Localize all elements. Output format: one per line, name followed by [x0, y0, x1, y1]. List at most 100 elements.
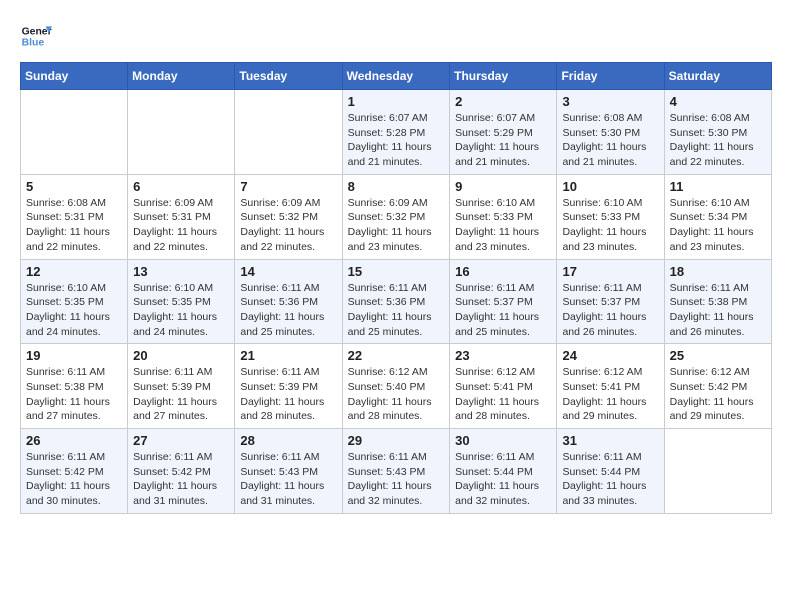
calendar-week-row: 26 Sunrise: 6:11 AM Sunset: 5:42 PM Dayli…	[21, 429, 772, 514]
calendar-cell: 12Sunrise: 6:10 AM Sunset: 5:35 PM Dayli…	[21, 259, 128, 344]
day-number: 9	[455, 179, 551, 194]
logo: General Blue	[20, 20, 56, 52]
calendar-cell: 26 Sunrise: 6:11 AM Sunset: 5:42 PM Dayli…	[21, 429, 128, 514]
weekday-header: Sunday	[21, 63, 128, 90]
calendar-cell: 5Sunrise: 6:08 AM Sunset: 5:31 PM Daylig…	[21, 174, 128, 259]
day-info: Sunrise: 6:12 AM Sunset: 5:41 PM Dayligh…	[455, 365, 551, 424]
day-info: Sunrise: 6:11 AM Sunset: 5:42 PM Dayligh…	[26, 450, 122, 509]
day-info: Sunrise: 6:10 AM Sunset: 5:35 PM Dayligh…	[26, 281, 122, 340]
calendar-cell: 22 Sunrise: 6:12 AM Sunset: 5:40 PM Dayli…	[342, 344, 450, 429]
day-info: Sunrise: 6:08 AM Sunset: 5:31 PM Dayligh…	[26, 196, 122, 255]
calendar-cell: 8 Sunrise: 6:09 AM Sunset: 5:32 PM Daylig…	[342, 174, 450, 259]
day-info: Sunrise: 6:11 AM Sunset: 5:39 PM Dayligh…	[240, 365, 336, 424]
header-row: SundayMondayTuesdayWednesdayThursdayFrid…	[21, 63, 772, 90]
weekday-header: Friday	[557, 63, 664, 90]
calendar-cell: 3 Sunrise: 6:08 AM Sunset: 5:30 PM Daylig…	[557, 90, 664, 175]
day-number: 16	[455, 264, 551, 279]
day-number: 15	[348, 264, 445, 279]
day-info: Sunrise: 6:09 AM Sunset: 5:32 PM Dayligh…	[348, 196, 445, 255]
calendar-cell: 21 Sunrise: 6:11 AM Sunset: 5:39 PM Dayli…	[235, 344, 342, 429]
day-info: Sunrise: 6:11 AM Sunset: 5:44 PM Dayligh…	[455, 450, 551, 509]
day-number: 21	[240, 348, 336, 363]
day-info: Sunrise: 6:11 AM Sunset: 5:37 PM Dayligh…	[455, 281, 551, 340]
day-number: 1	[348, 94, 445, 109]
day-info: Sunrise: 6:10 AM Sunset: 5:33 PM Dayligh…	[562, 196, 658, 255]
calendar-cell: 9Sunrise: 6:10 AM Sunset: 5:33 PM Daylig…	[450, 174, 557, 259]
day-info: Sunrise: 6:07 AM Sunset: 5:29 PM Dayligh…	[455, 111, 551, 170]
calendar-cell: 17 Sunrise: 6:11 AM Sunset: 5:37 PM Dayli…	[557, 259, 664, 344]
day-number: 4	[670, 94, 766, 109]
day-number: 30	[455, 433, 551, 448]
calendar-cell: 14 Sunrise: 6:11 AM Sunset: 5:36 PM Dayli…	[235, 259, 342, 344]
weekday-header: Tuesday	[235, 63, 342, 90]
day-number: 6	[133, 179, 229, 194]
day-info: Sunrise: 6:08 AM Sunset: 5:30 PM Dayligh…	[562, 111, 658, 170]
day-info: Sunrise: 6:11 AM Sunset: 5:36 PM Dayligh…	[348, 281, 445, 340]
day-info: Sunrise: 6:09 AM Sunset: 5:31 PM Dayligh…	[133, 196, 229, 255]
day-number: 22	[348, 348, 445, 363]
calendar-cell: 2 Sunrise: 6:07 AM Sunset: 5:29 PM Daylig…	[450, 90, 557, 175]
day-number: 26	[26, 433, 122, 448]
calendar-cell: 11 Sunrise: 6:10 AM Sunset: 5:34 PM Dayli…	[664, 174, 771, 259]
day-number: 24	[562, 348, 658, 363]
day-number: 27	[133, 433, 229, 448]
day-number: 17	[562, 264, 658, 279]
day-number: 14	[240, 264, 336, 279]
day-info: Sunrise: 6:08 AM Sunset: 5:30 PM Dayligh…	[670, 111, 766, 170]
calendar-cell	[128, 90, 235, 175]
day-info: Sunrise: 6:10 AM Sunset: 5:34 PM Dayligh…	[670, 196, 766, 255]
day-info: Sunrise: 6:10 AM Sunset: 5:35 PM Dayligh…	[133, 281, 229, 340]
weekday-header: Thursday	[450, 63, 557, 90]
day-number: 25	[670, 348, 766, 363]
day-number: 3	[562, 94, 658, 109]
day-info: Sunrise: 6:11 AM Sunset: 5:39 PM Dayligh…	[133, 365, 229, 424]
day-info: Sunrise: 6:09 AM Sunset: 5:32 PM Dayligh…	[240, 196, 336, 255]
calendar-cell: 10 Sunrise: 6:10 AM Sunset: 5:33 PM Dayli…	[557, 174, 664, 259]
page-header: General Blue	[20, 20, 772, 52]
day-number: 31	[562, 433, 658, 448]
day-info: Sunrise: 6:11 AM Sunset: 5:38 PM Dayligh…	[670, 281, 766, 340]
calendar-cell: 4 Sunrise: 6:08 AM Sunset: 5:30 PM Daylig…	[664, 90, 771, 175]
calendar-cell: 20 Sunrise: 6:11 AM Sunset: 5:39 PM Dayli…	[128, 344, 235, 429]
day-info: Sunrise: 6:11 AM Sunset: 5:36 PM Dayligh…	[240, 281, 336, 340]
day-info: Sunrise: 6:07 AM Sunset: 5:28 PM Dayligh…	[348, 111, 445, 170]
day-number: 8	[348, 179, 445, 194]
calendar-cell: 24Sunrise: 6:12 AM Sunset: 5:41 PM Dayli…	[557, 344, 664, 429]
calendar-cell: 31 Sunrise: 6:11 AM Sunset: 5:44 PM Dayli…	[557, 429, 664, 514]
day-number: 10	[562, 179, 658, 194]
calendar-cell: 25Sunrise: 6:12 AM Sunset: 5:42 PM Dayli…	[664, 344, 771, 429]
calendar-table: SundayMondayTuesdayWednesdayThursdayFrid…	[20, 62, 772, 514]
day-number: 7	[240, 179, 336, 194]
calendar-header: SundayMondayTuesdayWednesdayThursdayFrid…	[21, 63, 772, 90]
svg-text:Blue: Blue	[22, 38, 45, 49]
calendar-cell: 15 Sunrise: 6:11 AM Sunset: 5:36 PM Dayli…	[342, 259, 450, 344]
calendar-cell: 16 Sunrise: 6:11 AM Sunset: 5:37 PM Dayli…	[450, 259, 557, 344]
day-info: Sunrise: 6:12 AM Sunset: 5:40 PM Dayligh…	[348, 365, 445, 424]
day-number: 20	[133, 348, 229, 363]
day-info: Sunrise: 6:11 AM Sunset: 5:43 PM Dayligh…	[348, 450, 445, 509]
day-number: 2	[455, 94, 551, 109]
calendar-cell: 7 Sunrise: 6:09 AM Sunset: 5:32 PM Daylig…	[235, 174, 342, 259]
calendar-week-row: 1 Sunrise: 6:07 AM Sunset: 5:28 PM Daylig…	[21, 90, 772, 175]
calendar-cell: 6 Sunrise: 6:09 AM Sunset: 5:31 PM Daylig…	[128, 174, 235, 259]
calendar-cell: 23Sunrise: 6:12 AM Sunset: 5:41 PM Dayli…	[450, 344, 557, 429]
day-number: 11	[670, 179, 766, 194]
calendar-cell: 18 Sunrise: 6:11 AM Sunset: 5:38 PM Dayli…	[664, 259, 771, 344]
day-info: Sunrise: 6:11 AM Sunset: 5:37 PM Dayligh…	[562, 281, 658, 340]
calendar-week-row: 12Sunrise: 6:10 AM Sunset: 5:35 PM Dayli…	[21, 259, 772, 344]
day-info: Sunrise: 6:11 AM Sunset: 5:44 PM Dayligh…	[562, 450, 658, 509]
calendar-cell	[235, 90, 342, 175]
calendar-cell: 19Sunrise: 6:11 AM Sunset: 5:38 PM Dayli…	[21, 344, 128, 429]
weekday-header: Monday	[128, 63, 235, 90]
day-number: 29	[348, 433, 445, 448]
day-info: Sunrise: 6:11 AM Sunset: 5:38 PM Dayligh…	[26, 365, 122, 424]
calendar-body: 1 Sunrise: 6:07 AM Sunset: 5:28 PM Daylig…	[21, 90, 772, 514]
day-number: 18	[670, 264, 766, 279]
calendar-cell: 30 Sunrise: 6:11 AM Sunset: 5:44 PM Dayli…	[450, 429, 557, 514]
day-info: Sunrise: 6:11 AM Sunset: 5:42 PM Dayligh…	[133, 450, 229, 509]
calendar-cell: 13 Sunrise: 6:10 AM Sunset: 5:35 PM Dayli…	[128, 259, 235, 344]
calendar-week-row: 19Sunrise: 6:11 AM Sunset: 5:38 PM Dayli…	[21, 344, 772, 429]
calendar-cell: 27 Sunrise: 6:11 AM Sunset: 5:42 PM Dayli…	[128, 429, 235, 514]
logo-icon: General Blue	[20, 20, 52, 52]
day-number: 13	[133, 264, 229, 279]
